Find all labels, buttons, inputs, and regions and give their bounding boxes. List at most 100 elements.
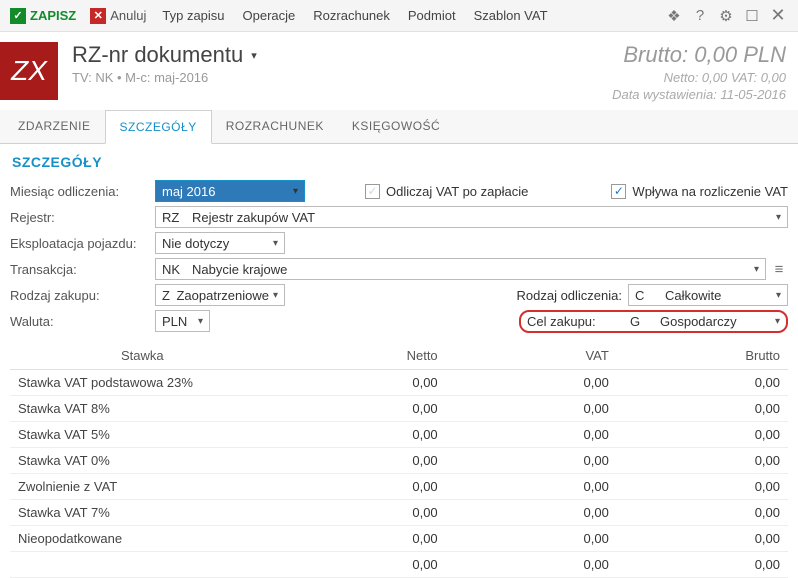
cel-zakupu-select[interactable]: G Gospodarczy ▾	[630, 314, 780, 329]
gear-icon[interactable]: ⚙	[718, 8, 734, 24]
table-row[interactable]: Stawka VAT 5% 0,00 0,00 0,00	[10, 422, 788, 448]
wplywa-checkbox[interactable]: ✓ Wpływa na rozliczenie VAT	[611, 184, 788, 199]
chevron-down-icon: ▾	[293, 186, 298, 197]
tab-szczegoly[interactable]: SZCZEGÓŁY	[105, 110, 212, 144]
details-form: Miesiąc odliczenia: maj 2016 ▾ ✓ Odlicza…	[0, 178, 798, 578]
transakcja-label: Transakcja:	[10, 262, 155, 277]
tab-zdarzenie[interactable]: ZDARZENIE	[4, 110, 105, 143]
row-netto[interactable]: 0,00	[275, 396, 446, 422]
menu-icon[interactable]: ≡	[770, 261, 788, 277]
chevron-down-icon: ▾	[273, 290, 278, 301]
tab-ksiegowosc[interactable]: KSIĘGOWOŚĆ	[338, 110, 454, 143]
chevron-down-icon: ▾	[775, 316, 780, 327]
col-netto: Netto	[275, 342, 446, 370]
chevron-down-icon: ▾	[776, 212, 781, 223]
save-button[interactable]: ✓ ZAPISZ	[4, 6, 82, 26]
row-brutto[interactable]: 0,00	[617, 500, 788, 526]
table-row[interactable]: Nieopodatkowane 0,00 0,00 0,00	[10, 526, 788, 552]
chevron-down-icon: ▾	[273, 238, 278, 249]
row-netto[interactable]: 0,00	[275, 500, 446, 526]
check-icon: ✓	[10, 8, 26, 24]
row-label: Stawka VAT podstawowa 23%	[10, 370, 275, 396]
rodzaj-zakupu-label: Rodzaj zakupu:	[10, 288, 155, 303]
row-vat[interactable]: 0,00	[446, 448, 617, 474]
save-label: ZAPISZ	[30, 8, 76, 23]
toolbar: ✓ ZAPISZ ✕ Anuluj Typ zapisu Operacje Ro…	[0, 0, 798, 32]
chevron-down-icon: ▾	[198, 316, 203, 327]
row-brutto[interactable]: 0,00	[617, 422, 788, 448]
menu-szablon-vat[interactable]: Szablon VAT	[466, 4, 556, 27]
menu-podmiot[interactable]: Podmiot	[400, 4, 464, 27]
rodzaj-zakupu-select[interactable]: Z Zaopatrzeniowe ▾	[155, 284, 285, 306]
row-vat[interactable]: 0,00	[446, 474, 617, 500]
tab-rozrachunek[interactable]: ROZRACHUNEK	[212, 110, 338, 143]
menu-typ-zapisu[interactable]: Typ zapisu	[154, 4, 232, 27]
cel-zakupu-label: Cel zakupu:	[527, 314, 622, 329]
row-netto[interactable]: 0,00	[275, 422, 446, 448]
row-label: Stawka VAT 8%	[10, 396, 275, 422]
chevron-down-icon: ▾	[776, 290, 781, 301]
rodzaj-odliczenia-select[interactable]: C Całkowite ▾	[628, 284, 788, 306]
table-row[interactable]: Stawka VAT 0% 0,00 0,00 0,00	[10, 448, 788, 474]
table-row[interactable]: Zwolnienie z VAT 0,00 0,00 0,00	[10, 474, 788, 500]
section-title: SZCZEGÓŁY	[0, 144, 798, 178]
col-stawka: Stawka	[10, 342, 275, 370]
col-brutto: Brutto	[617, 342, 788, 370]
row-label: Nieopodatkowane	[10, 526, 275, 552]
col-vat: VAT	[446, 342, 617, 370]
document-header: ZX RZ-nr dokumentu ▾ TV: NK • M-c: maj-2…	[0, 32, 798, 110]
checkbox-checked-icon: ✓	[611, 184, 626, 199]
row-netto[interactable]: 0,00	[275, 474, 446, 500]
waluta-select[interactable]: PLN ▾	[155, 310, 210, 332]
row-label: Zwolnienie z VAT	[10, 474, 275, 500]
logo: ZX	[0, 42, 58, 100]
row-label: Stawka VAT 0%	[10, 448, 275, 474]
close-icon[interactable]: ✕	[770, 8, 786, 24]
document-subtitle: TV: NK • M-c: maj-2016	[72, 70, 612, 85]
row-label: Stawka VAT 7%	[10, 500, 275, 526]
row-brutto[interactable]: 0,00	[617, 526, 788, 552]
chevron-down-icon: ▾	[251, 49, 257, 62]
waluta-label: Waluta:	[10, 314, 155, 329]
brutto-total: Brutto: 0,00 PLN	[612, 42, 786, 68]
row-label: Stawka VAT 5%	[10, 422, 275, 448]
vat-table: Stawka Netto VAT Brutto Stawka VAT podst…	[10, 342, 788, 578]
menu-rozrachunek[interactable]: Rozrachunek	[305, 4, 398, 27]
document-title[interactable]: RZ-nr dokumentu ▾	[72, 42, 612, 68]
row-vat[interactable]: 0,00	[446, 422, 617, 448]
row-vat[interactable]: 0,00	[446, 500, 617, 526]
table-row[interactable]: Stawka VAT 7% 0,00 0,00 0,00	[10, 500, 788, 526]
odliczaj-checkbox[interactable]: ✓ Odliczaj VAT po zapłacie	[365, 184, 528, 199]
eksploatacja-select[interactable]: Nie dotyczy ▾	[155, 232, 285, 254]
issue-date: Data wystawienia: 11-05-2016	[612, 87, 786, 102]
table-row[interactable]: Stawka VAT podstawowa 23% 0,00 0,00 0,00	[10, 370, 788, 396]
menu-operacje[interactable]: Operacje	[235, 4, 304, 27]
row-vat[interactable]: 0,00	[446, 396, 617, 422]
checkbox-icon: ✓	[365, 184, 380, 199]
maximize-icon[interactable]: ☐	[744, 8, 760, 24]
cel-zakupu-highlight: Cel zakupu: G Gospodarczy ▾	[519, 310, 788, 333]
row-netto[interactable]: 0,00	[275, 526, 446, 552]
row-netto[interactable]: 0,00	[275, 448, 446, 474]
row-vat[interactable]: 0,00	[446, 370, 617, 396]
eksploatacja-label: Eksploatacja pojazdu:	[10, 236, 155, 251]
chevron-down-icon: ▾	[754, 264, 759, 275]
x-icon: ✕	[90, 8, 106, 24]
row-brutto[interactable]: 0,00	[617, 448, 788, 474]
rejestr-label: Rejestr:	[10, 210, 155, 225]
rejestr-select[interactable]: RZ Rejestr zakupów VAT ▾	[155, 206, 788, 228]
table-row[interactable]: Stawka VAT 8% 0,00 0,00 0,00	[10, 396, 788, 422]
row-brutto[interactable]: 0,00	[617, 474, 788, 500]
row-brutto[interactable]: 0,00	[617, 370, 788, 396]
rodzaj-odliczenia-label: Rodzaj odliczenia:	[516, 288, 622, 303]
netto-vat: Netto: 0,00 VAT: 0,00	[612, 70, 786, 85]
help-icon[interactable]: ?	[692, 8, 708, 24]
transakcja-select[interactable]: NK Nabycie krajowe ▾	[155, 258, 766, 280]
miesiac-select[interactable]: maj 2016 ▾	[155, 180, 305, 202]
miesiac-label: Miesiąc odliczenia:	[10, 184, 155, 199]
cancel-button[interactable]: ✕ Anuluj	[84, 6, 152, 26]
package-icon[interactable]: ❖	[666, 8, 682, 24]
row-brutto[interactable]: 0,00	[617, 396, 788, 422]
row-netto[interactable]: 0,00	[275, 370, 446, 396]
row-vat[interactable]: 0,00	[446, 526, 617, 552]
